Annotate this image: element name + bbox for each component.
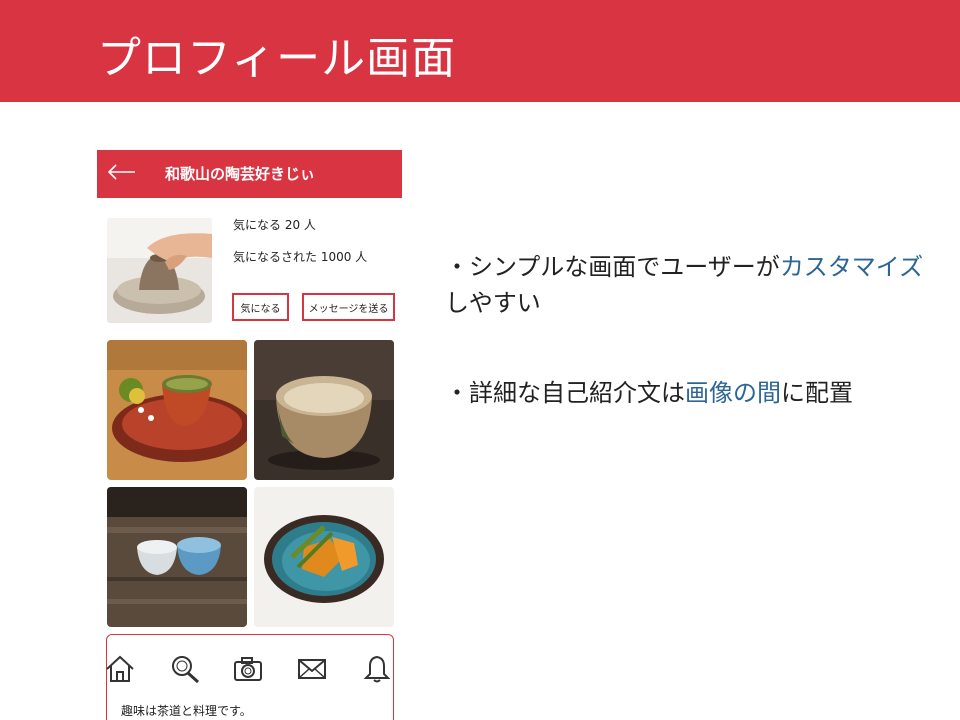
follow-button[interactable]: 気になる bbox=[232, 293, 289, 321]
bullet-point-1: ・シンプルな画面でユーザーがカスタマイズしやすい bbox=[445, 249, 925, 321]
send-message-button[interactable]: メッセージを送る bbox=[302, 293, 395, 321]
profile-bio-text: 趣味は茶道と料理です。 bbox=[121, 704, 252, 718]
gallery-photo-blue-cups[interactable] bbox=[107, 487, 247, 627]
avatar bbox=[107, 218, 212, 323]
mail-icon[interactable] bbox=[297, 654, 327, 684]
bullet-2-prefix: ・詳細な自己紹介文は bbox=[445, 379, 685, 407]
followers-count: 気になるされた 1000 人 bbox=[233, 250, 368, 264]
following-count: 気になる 20 人 bbox=[233, 218, 316, 232]
bullet-1-suffix: しやすい bbox=[445, 289, 541, 317]
search-icon[interactable] bbox=[170, 654, 200, 684]
profile-name: 和歌山の陶芸好きじぃ bbox=[165, 165, 316, 183]
bullet-1-prefix: ・シンプルな画面でユーザーが bbox=[445, 253, 780, 281]
camera-icon[interactable] bbox=[233, 654, 263, 684]
bullet-1-highlight: カスタマイズ bbox=[779, 253, 924, 281]
gallery-photo-red-tea-bowl[interactable] bbox=[107, 340, 247, 480]
gallery-photo-simmered-dish[interactable] bbox=[254, 487, 394, 627]
bullet-2-suffix: に配置 bbox=[781, 379, 853, 407]
gallery-photo-beige-bowl[interactable] bbox=[254, 340, 394, 480]
bell-icon[interactable] bbox=[362, 654, 392, 684]
profile-screen-mockup: 和歌山の陶芸好きじぃ 気になる 20 人 気になるされた 1000 人 気になる… bbox=[97, 150, 402, 720]
bullet-2-highlight: 画像の間 bbox=[685, 379, 781, 407]
back-arrow-icon[interactable] bbox=[107, 157, 137, 187]
bullet-point-2: ・詳細な自己紹介文は画像の間に配置 bbox=[445, 375, 925, 411]
home-icon[interactable] bbox=[105, 654, 135, 684]
slide-title: プロフィール画面 bbox=[97, 33, 457, 84]
